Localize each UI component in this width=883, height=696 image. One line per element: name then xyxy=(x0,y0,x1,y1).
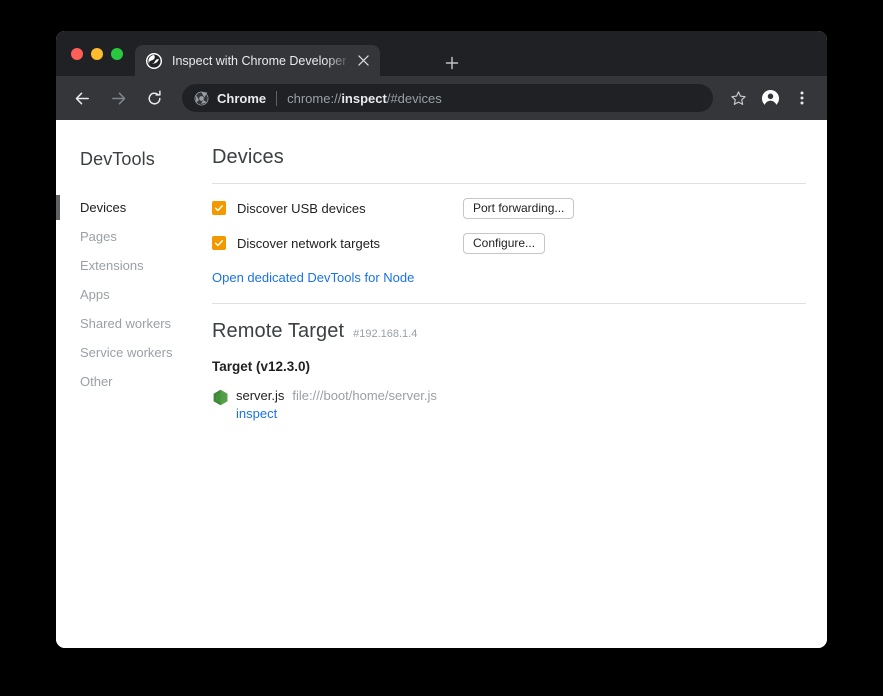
target-file-name: server.js xyxy=(236,388,285,403)
target-file-url: file:///boot/home/server.js xyxy=(292,388,437,403)
target-entry-line: server.js file:///boot/home/server.js xyxy=(236,388,437,403)
close-window-button[interactable] xyxy=(71,48,83,60)
sidebar-item-label: Shared workers xyxy=(80,316,172,331)
devices-panel: Devices Discover USB devices Port forwar… xyxy=(206,120,827,648)
sidebar-item-apps[interactable]: Apps xyxy=(56,280,206,309)
sidebar-item-service-workers[interactable]: Service workers xyxy=(56,338,206,367)
browser-menu-icon[interactable] xyxy=(789,85,815,111)
discover-network-row: Discover network targets Configure... xyxy=(212,232,806,254)
discover-network-label: Discover network targets xyxy=(237,235,381,251)
sidebar-item-pages[interactable]: Pages xyxy=(56,222,206,251)
sidebar-item-devices[interactable]: Devices xyxy=(56,193,206,222)
target-entry-row: server.js file:///boot/home/server.js in… xyxy=(212,388,806,421)
url-suffix: /#devices xyxy=(386,90,442,106)
inspect-link[interactable]: inspect xyxy=(236,406,437,421)
sidebar-item-shared-workers[interactable]: Shared workers xyxy=(56,309,206,338)
sidebar-item-label: Service workers xyxy=(80,345,173,360)
section-divider xyxy=(212,183,806,184)
devtools-sidebar: DevTools Devices Pages Extensions Apps S… xyxy=(56,120,206,648)
section-divider-2 xyxy=(212,303,806,304)
reload-button[interactable] xyxy=(140,84,168,112)
sidebar-item-label: Extensions xyxy=(80,258,144,273)
discover-usb-checkbox[interactable] xyxy=(212,201,226,215)
inspect-page: DevTools Devices Pages Extensions Apps S… xyxy=(56,120,827,648)
omnibox-separator xyxy=(276,90,278,106)
sidebar-title: DevTools xyxy=(80,149,155,169)
sidebar-item-label: Devices xyxy=(80,200,127,215)
omnibox-chip-label: Chrome xyxy=(217,90,267,106)
window-controls xyxy=(71,48,123,60)
url-prefix: chrome:// xyxy=(287,90,342,106)
configure-button[interactable]: Configure... xyxy=(463,232,546,254)
target-entry-details: server.js file:///boot/home/server.js in… xyxy=(236,388,437,421)
profile-avatar-icon[interactable] xyxy=(757,85,783,111)
address-bar[interactable]: Chrome chrome://inspect/#devices xyxy=(182,84,713,112)
minimize-window-button[interactable] xyxy=(91,48,103,60)
sidebar-item-extensions[interactable]: Extensions xyxy=(56,251,206,280)
tab-strip: Inspect with Chrome Developer xyxy=(56,31,827,76)
open-node-devtools-link[interactable]: Open dedicated DevTools for Node xyxy=(212,270,414,285)
url-host: inspect xyxy=(341,90,387,106)
discover-network-checkbox[interactable] xyxy=(212,236,226,250)
remote-target-title: Remote Target xyxy=(212,320,345,342)
forward-button[interactable] xyxy=(104,84,132,112)
page-title: Devices xyxy=(212,146,284,168)
sidebar-item-other[interactable]: Other xyxy=(56,367,206,396)
tab-title: Inspect with Chrome Developer xyxy=(172,53,347,68)
remote-target-header: Remote Target #192.168.1.4 xyxy=(212,320,806,343)
sidebar-item-label: Other xyxy=(80,374,113,389)
port-forwarding-button[interactable]: Port forwarding... xyxy=(463,197,575,219)
close-tab-button[interactable] xyxy=(355,53,371,69)
new-tab-button[interactable] xyxy=(440,51,464,75)
browser-toolbar: Chrome chrome://inspect/#devices xyxy=(56,76,827,120)
target-version-label: Target (v12.3.0) xyxy=(212,359,311,374)
devtools-favicon-icon xyxy=(146,52,162,69)
maximize-window-button[interactable] xyxy=(111,48,123,60)
discover-usb-row: Discover USB devices Port forwarding... xyxy=(212,197,806,219)
sidebar-item-label: Apps xyxy=(80,287,110,302)
sidebar-item-label: Pages xyxy=(80,229,117,244)
remote-target-address: #192.168.1.4 xyxy=(353,328,418,340)
back-button[interactable] xyxy=(68,84,96,112)
chrome-logo-icon xyxy=(194,91,209,106)
browser-window: Inspect with Chrome Developer Chrome chr… xyxy=(56,31,827,648)
browser-tab[interactable]: Inspect with Chrome Developer xyxy=(135,45,380,76)
bookmark-star-icon[interactable] xyxy=(725,85,751,111)
address-bar-url: chrome://inspect/#devices xyxy=(287,91,442,106)
nodejs-icon xyxy=(212,389,229,406)
discover-usb-label: Discover USB devices xyxy=(237,200,366,216)
